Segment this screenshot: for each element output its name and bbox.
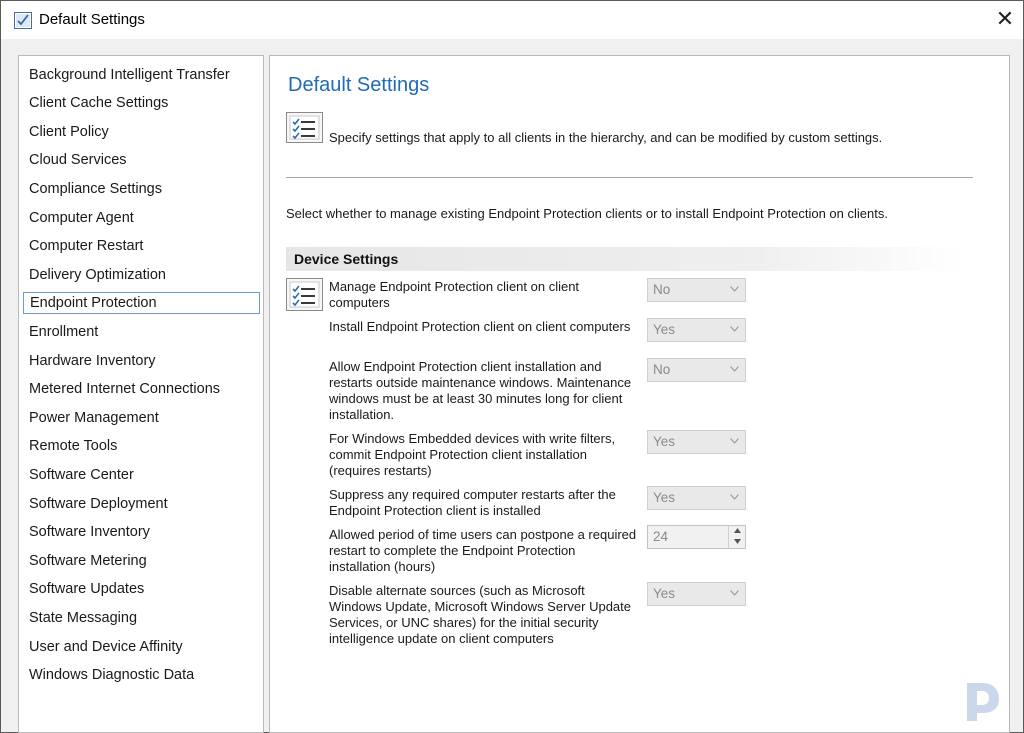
setting-label-postpone-restart-hours: Allowed period of time users can postpon… [329,527,637,574]
chevron-down-icon [730,590,739,596]
window-title: Default Settings [39,11,145,28]
dropdown-value: Yes [653,322,676,337]
dropdown-value: No [653,362,671,377]
stepper-up-button[interactable] [729,526,745,537]
setting-label-disable-alternate-sources: Disable alternate sources (such as Micro… [329,583,632,646]
embedded-write-filters-dropdown[interactable]: Yes [647,430,746,454]
stepper-value: 24 [653,529,669,544]
brand-logo-icon [967,683,999,721]
nav-item-cloud-services[interactable]: Cloud Services [23,149,260,171]
nav-item-software-updates[interactable]: Software Updates [23,578,260,600]
nav-item-software-metering[interactable]: Software Metering [23,550,260,572]
nav-item-software-deployment[interactable]: Software Deployment [23,493,260,515]
nav-item-remote-tools[interactable]: Remote Tools [23,435,260,457]
stepper-down-button[interactable] [729,537,745,548]
instruction-text: Select whether to manage existing Endpoi… [286,206,888,221]
close-button[interactable]: ✕ [991,7,1019,33]
settings-content-pane: Default Settings Specify settings that a… [269,55,1010,733]
nav-item-power-management[interactable]: Power Management [23,407,260,429]
nav-item-state-messaging[interactable]: State Messaging [23,607,260,629]
device-settings-header: Device Settings [286,247,963,271]
settings-window: Default Settings ✕ Background Intelligen… [0,0,1024,733]
chevron-down-icon [730,326,739,332]
close-icon: ✕ [995,6,1015,31]
setting-label-install-ep-client: Install Endpoint Protection client on cl… [329,319,631,334]
dropdown-value: Yes [653,490,676,505]
nav-item-compliance-settings[interactable]: Compliance Settings [23,178,260,200]
settings-checklist-icon [14,12,32,29]
dropdown-value: Yes [653,586,676,601]
setting-label-allow-install-outside-maintenance: Allow Endpoint Protection client install… [329,359,632,422]
chevron-down-icon [730,494,739,500]
setting-label-embedded-write-filters: For Windows Embedded devices with write … [329,431,616,478]
chevron-down-icon [730,286,739,292]
divider [286,177,973,178]
nav-item-software-center[interactable]: Software Center [23,464,260,486]
nav-item-metered-internet-connections[interactable]: Metered Internet Connections [23,378,260,400]
chevron-down-icon [730,366,739,372]
page-title: Default Settings [288,74,430,96]
checklist-icon [286,278,323,311]
postpone-restart-hours-stepper[interactable]: 24 [647,525,746,549]
settings-nav-list: Background Intelligent Transfer Client C… [18,55,264,733]
nav-item-software-inventory[interactable]: Software Inventory [23,521,260,543]
manage-ep-client-dropdown[interactable]: No [647,278,746,302]
nav-item-client-cache-settings[interactable]: Client Cache Settings [23,92,260,114]
nav-item-user-and-device-affinity[interactable]: User and Device Affinity [23,636,260,658]
setting-label-suppress-restarts: Suppress any required computer restarts … [329,487,616,518]
install-ep-client-dropdown[interactable]: Yes [647,318,746,342]
dropdown-value: Yes [653,434,676,449]
nav-item-hardware-inventory[interactable]: Hardware Inventory [23,350,260,372]
nav-item-background-intelligent-transfer[interactable]: Background Intelligent Transfer [23,64,260,86]
setting-label-manage-ep-client: Manage Endpoint Protection client on cli… [329,279,580,310]
nav-item-delivery-optimization[interactable]: Delivery Optimization [23,264,260,286]
caret-down-icon [733,539,741,544]
nav-item-enrollment[interactable]: Enrollment [23,321,260,343]
checklist-icon [286,112,323,143]
caret-up-icon [733,528,741,533]
nav-item-computer-agent[interactable]: Computer Agent [23,207,260,229]
page-description: Specify settings that apply to all clien… [329,130,883,145]
allow-install-outside-maintenance-dropdown[interactable]: No [647,358,746,382]
nav-item-computer-restart[interactable]: Computer Restart [23,235,260,257]
chevron-down-icon [730,438,739,444]
nav-item-client-policy[interactable]: Client Policy [23,121,260,143]
nav-item-windows-diagnostic-data[interactable]: Windows Diagnostic Data [23,664,260,686]
nav-item-endpoint-protection[interactable]: Endpoint Protection [23,292,260,314]
disable-alternate-sources-dropdown[interactable]: Yes [647,582,746,606]
dropdown-value: No [653,282,671,297]
title-bar: Default Settings ✕ [1,1,1023,39]
stepper-buttons [728,526,745,548]
suppress-restarts-dropdown[interactable]: Yes [647,486,746,510]
